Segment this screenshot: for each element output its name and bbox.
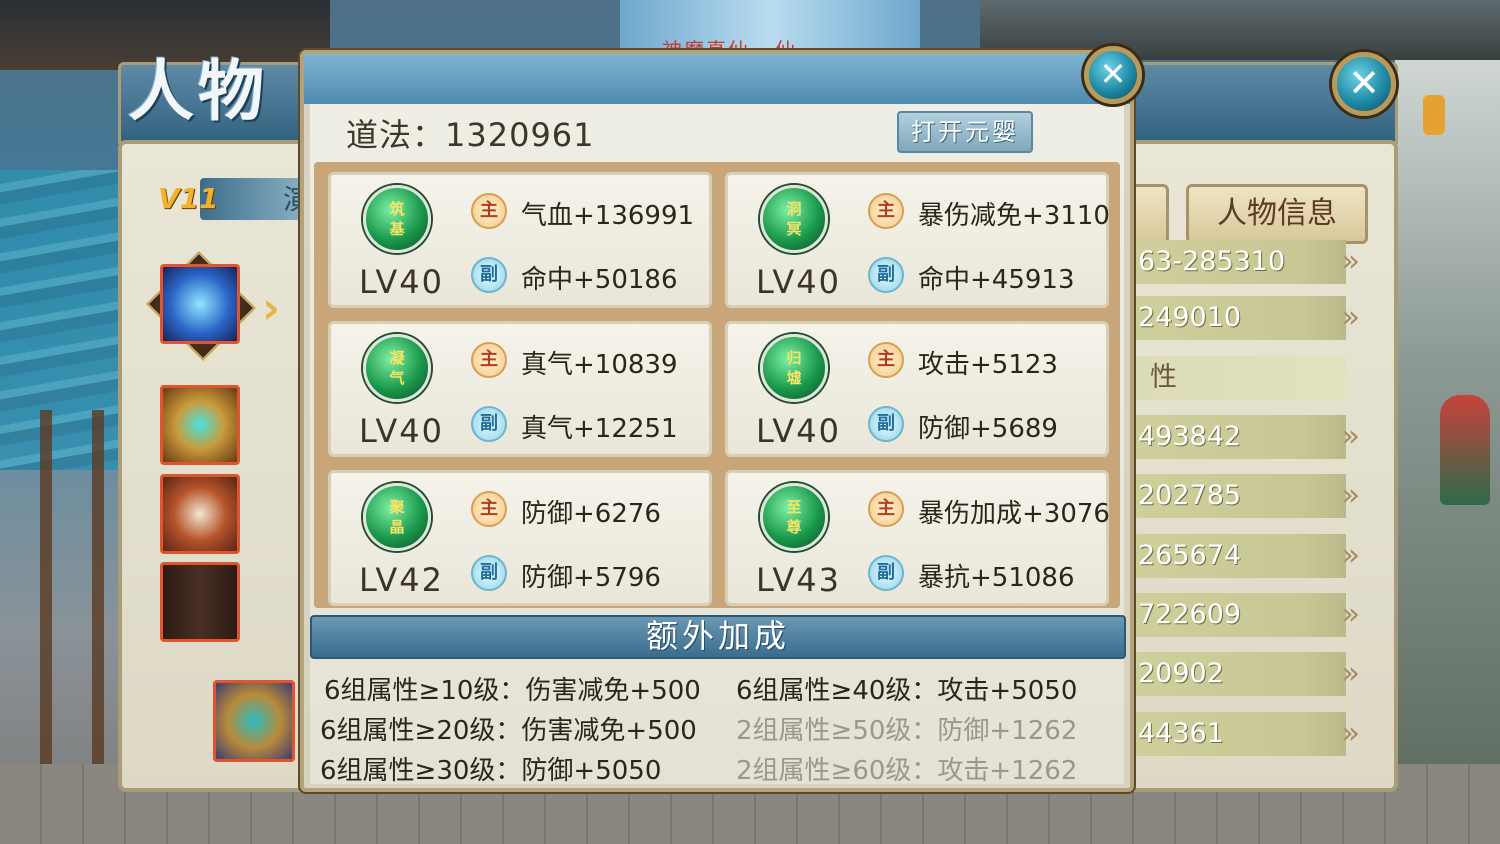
tab-character-info[interactable]: 人物信息 — [1186, 184, 1368, 244]
chevron-right-icon: » — [1341, 300, 1360, 335]
stat-row[interactable]: 20902» — [1136, 652, 1360, 696]
equip-slot-boots-icon[interactable] — [160, 562, 240, 642]
sub-attr-value: 暴抗+51086 — [918, 563, 1075, 593]
main-attr-tag-icon: 主 — [868, 193, 904, 229]
main-attr-tag-icon: 主 — [868, 342, 904, 378]
daofa-card[interactable]: 归墟 LV40 主 攻击+5123 副 防御+5689 — [725, 321, 1109, 457]
chevron-right-icon: » — [1341, 244, 1360, 279]
daofa-orb-icon: 筑基 — [363, 185, 431, 253]
stat-row[interactable]: 265674» — [1136, 534, 1360, 578]
sub-attr-tag-icon: 副 — [471, 257, 507, 293]
bonus-line: 6组属性≥10级：伤害减免+500 — [324, 676, 701, 706]
equip-slot-weapon-icon[interactable] — [160, 264, 240, 344]
sub-attr-tag-icon: 副 — [471, 555, 507, 591]
bonus-line: 6组属性≥20级：伤害减免+500 — [320, 716, 697, 746]
main-attr-value: 防御+6276 — [521, 499, 661, 529]
stat-row[interactable]: 493842» — [1136, 415, 1360, 459]
npc-character[interactable] — [1440, 395, 1490, 505]
sub-attr-value: 命中+45913 — [918, 265, 1075, 295]
daofa-orb-icon: 归墟 — [760, 334, 828, 402]
main-attr-value: 真气+10839 — [521, 350, 678, 380]
main-attr-value: 暴伤加成+3076 — [918, 499, 1110, 529]
daofa-level: LV42 — [359, 561, 444, 599]
sub-attr-value: 防御+5796 — [521, 563, 661, 593]
main-attr-tag-icon: 主 — [868, 491, 904, 527]
daofa-card[interactable]: 聚晶 LV42 主 防御+6276 副 防御+5796 — [328, 470, 712, 606]
main-attr-tag-icon: 主 — [471, 342, 507, 378]
character-panel-title: 人物 — [128, 52, 268, 130]
character-panel-close-button[interactable]: ✕ — [1332, 52, 1396, 116]
tab-attributes[interactable] — [1133, 184, 1169, 244]
popup-header-band — [304, 54, 1130, 104]
expand-arrow-icon[interactable]: › — [262, 283, 280, 334]
chevron-right-icon: » — [1341, 597, 1360, 632]
daofa-level: LV43 — [756, 561, 841, 599]
daofa-orb-icon: 洞冥 — [760, 185, 828, 253]
sub-attr-value: 防御+5689 — [918, 414, 1058, 444]
open-yuanying-button[interactable]: 打开元婴 — [897, 111, 1033, 153]
daofa-card[interactable]: 凝气 LV40 主 真气+10839 副 真气+12251 — [328, 321, 712, 457]
chevron-right-icon: » — [1341, 419, 1360, 454]
chevron-right-icon: » — [1341, 716, 1360, 751]
bonus-line: 6组属性≥40级：攻击+5050 — [736, 676, 1078, 706]
daofa-orb-icon: 凝气 — [363, 334, 431, 402]
bonus-line: 6组属性≥30级：防御+5050 — [320, 756, 662, 786]
daofa-card[interactable]: 筑基 LV40 主 气血+136991 副 命中+50186 — [328, 172, 712, 308]
stat-section-header: 性 — [1136, 356, 1346, 400]
sub-attr-tag-icon: 副 — [868, 555, 904, 591]
daofa-level: LV40 — [756, 263, 841, 301]
daofa-value: 道法：1320961 — [346, 116, 595, 154]
main-attr-value: 攻击+5123 — [918, 350, 1058, 380]
main-attr-value: 气血+136991 — [521, 201, 695, 231]
sub-attr-value: 命中+50186 — [521, 265, 678, 295]
chevron-right-icon: » — [1341, 656, 1360, 691]
chevron-right-icon: » — [1341, 478, 1360, 513]
daofa-level: LV40 — [359, 412, 444, 450]
sub-attr-tag-icon: 副 — [868, 406, 904, 442]
daofa-card-grid: 筑基 LV40 主 气血+136991 副 命中+50186 洞冥 LV40 主… — [314, 162, 1120, 608]
bonus-line-inactive: 2组属性≥60级：攻击+1262 — [736, 756, 1078, 786]
stat-row[interactable]: 202785» — [1136, 474, 1360, 518]
stat-row[interactable]: 44361» — [1136, 712, 1360, 756]
bonus-line-inactive: 2组属性≥50级：防御+1262 — [736, 716, 1078, 746]
sub-attr-value: 真气+12251 — [521, 414, 678, 444]
main-attr-tag-icon: 主 — [471, 491, 507, 527]
daofa-orb-icon: 至尊 — [760, 483, 828, 551]
vip-badge: V11 — [158, 182, 219, 215]
stat-row[interactable]: 63-285310» — [1136, 240, 1360, 284]
equip-slot-armor-icon[interactable] — [160, 474, 240, 554]
stat-row[interactable]: 249010» — [1136, 296, 1360, 340]
equip-slot-ring-icon[interactable] — [213, 680, 295, 762]
daofa-level: LV40 — [359, 263, 444, 301]
equip-slot-helmet-icon[interactable] — [160, 385, 240, 465]
stat-row[interactable]: 722609» — [1136, 593, 1360, 637]
extra-bonus-title: 额外加成 — [645, 617, 790, 655]
daofa-level: LV40 — [756, 412, 841, 450]
daofa-orb-icon: 聚晶 — [363, 483, 431, 551]
lantern-icon — [1423, 95, 1445, 135]
chevron-right-icon: » — [1341, 538, 1360, 573]
sub-attr-tag-icon: 副 — [471, 406, 507, 442]
sub-attr-tag-icon: 副 — [868, 257, 904, 293]
daofa-card[interactable]: 洞冥 LV40 主 暴伤减免+3110 副 命中+45913 — [725, 172, 1110, 308]
main-attr-value: 暴伤减免+3110 — [918, 201, 1110, 231]
daofa-card[interactable]: 至尊 LV43 主 暴伤加成+3076 副 暴抗+51086 — [725, 470, 1110, 606]
main-attr-tag-icon: 主 — [471, 193, 507, 229]
popup-close-button[interactable]: ✕ — [1084, 46, 1142, 104]
